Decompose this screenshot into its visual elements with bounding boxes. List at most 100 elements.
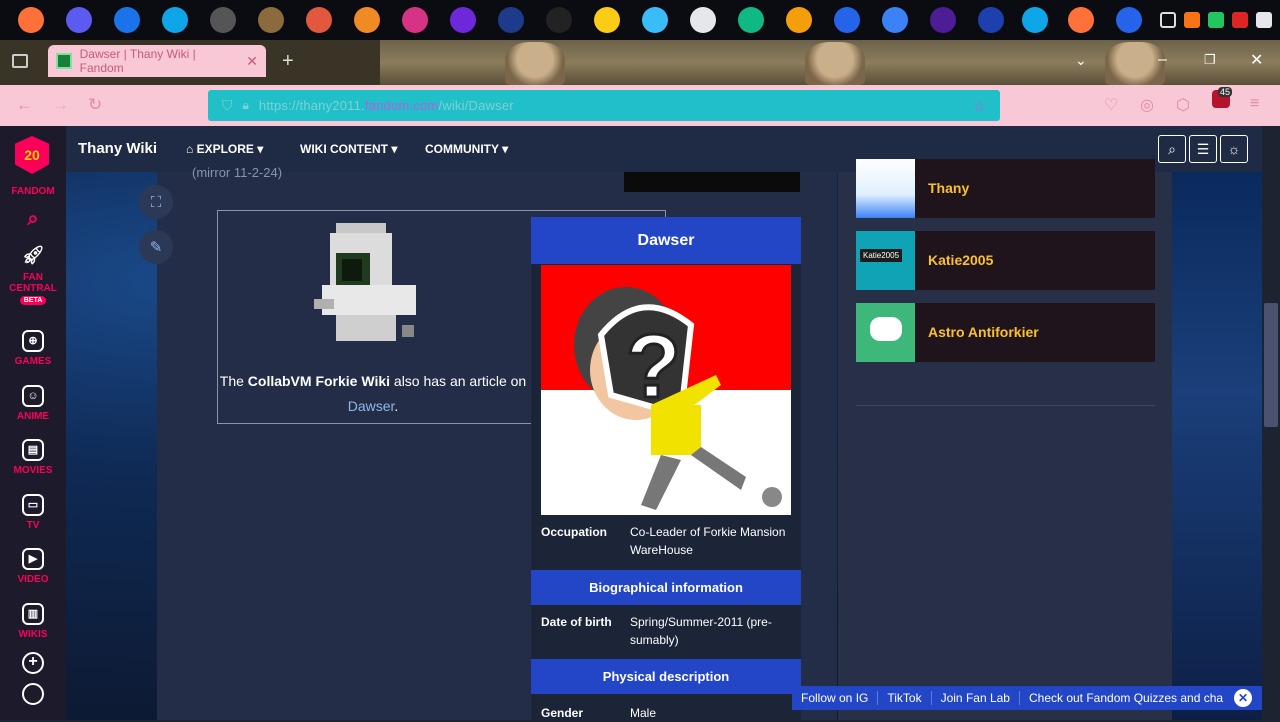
browser-cyan-app-icon[interactable]: [642, 7, 668, 33]
firefox-blue-app-icon[interactable]: [114, 7, 140, 33]
pale-moon-app-icon[interactable]: [1022, 7, 1048, 33]
globe-app-icon[interactable]: [834, 7, 860, 33]
extension-badge-count: 45: [1218, 87, 1233, 97]
lock-icon[interactable]: 🔒︎: [243, 98, 249, 113]
tiktok-link[interactable]: TikTok: [878, 691, 932, 705]
expand-icon[interactable]: ⛶: [139, 185, 173, 219]
image-thumbnail-top[interactable]: [624, 172, 800, 192]
rail-item-wikis[interactable]: ▥ WIKIS: [0, 603, 66, 640]
dob-label: Date of birth: [541, 615, 612, 629]
system-tray-icon[interactable]: [1256, 12, 1272, 28]
join-fan-lab-link[interactable]: Join Fan Lab: [932, 691, 1020, 705]
tray-app-icon[interactable]: [1208, 12, 1224, 28]
os-taskbar: [0, 0, 1280, 40]
discussions-icon[interactable]: ☰: [1189, 135, 1217, 163]
occupation-label: Occupation: [541, 525, 608, 539]
sidebar-card-katie2005[interactable]: Katie2005 Katie2005: [856, 231, 1155, 290]
fandom-logo[interactable]: 20: [15, 136, 49, 174]
fandom-brand-label[interactable]: FANDOM: [0, 186, 66, 197]
back-icon[interactable]: ←: [16, 95, 33, 115]
fandom-logo-number: 20: [24, 147, 40, 163]
extensions-icon[interactable]: ⬡: [1176, 95, 1190, 115]
follow-ig-link[interactable]: Follow on IG: [792, 691, 879, 705]
account-icon[interactable]: ◎: [1140, 95, 1154, 115]
create-plus-icon[interactable]: +: [0, 652, 66, 678]
firefox-app-icon[interactable]: [18, 7, 44, 33]
tab-overflow-chevron-icon[interactable]: ⌄: [1075, 52, 1087, 69]
tab-close-icon[interactable]: ✕: [246, 53, 258, 70]
rail-item-fan-central[interactable]: 🚀︎ FAN CENTRAL BETA: [0, 246, 66, 305]
character-image[interactable]: ?: [541, 265, 791, 515]
shield-icon[interactable]: ⛉: [222, 97, 233, 114]
rail-item-anime[interactable]: ☺ ANIME: [0, 385, 66, 422]
scrollbar-thumb[interactable]: [1264, 303, 1278, 427]
rail-item-label: GAMES: [14, 356, 52, 367]
rail-item-movies[interactable]: ▤ MOVIES: [0, 439, 66, 476]
floorp-app-icon[interactable]: [450, 7, 476, 33]
rail-item-games[interactable]: ⊕ GAMES: [0, 330, 66, 367]
nav-explore[interactable]: ⌂ EXPLORE ▾: [186, 142, 263, 156]
firefox-dev-app-icon[interactable]: [66, 7, 92, 33]
bookmark-star-icon[interactable]: ☆: [973, 97, 986, 115]
tab-title: Dawser | Thany Wiki | Fandom: [79, 47, 196, 75]
close-window-icon[interactable]: ✕: [1250, 50, 1263, 70]
pocket-icon[interactable]: ♡: [1104, 95, 1118, 115]
window-switch-icon[interactable]: [1160, 12, 1176, 28]
nav-community[interactable]: COMMUNITY ▾: [425, 142, 508, 156]
wiki-name[interactable]: Thany Wiki: [78, 140, 157, 157]
k-meleon-app-icon[interactable]: [978, 7, 1004, 33]
firefox-release-app-icon[interactable]: [1068, 7, 1094, 33]
fox-pink-app-icon[interactable]: [402, 7, 428, 33]
close-icon[interactable]: ✕: [1234, 689, 1252, 707]
anime-face-icon: ☺: [22, 385, 44, 407]
fox-app-icon[interactable]: [306, 7, 332, 33]
z-app-icon[interactable]: [546, 7, 572, 33]
u-app-icon[interactable]: [498, 7, 524, 33]
tor-app-icon[interactable]: [930, 7, 956, 33]
interwiki-link[interactable]: Dawser: [348, 398, 395, 414]
rail-item-label: VIDEO: [17, 574, 49, 585]
fandom-bottom-bar: Follow on IG TikTok Join Fan Lab Check o…: [792, 686, 1262, 710]
fox-orange-app-icon[interactable]: [354, 7, 380, 33]
active-tab[interactable]: Dawser | Thany Wiki | Fandom ✕: [48, 45, 266, 77]
reload-icon[interactable]: ↻: [88, 95, 102, 115]
url-domain: fandom.com: [364, 98, 439, 113]
waterfox-app-icon[interactable]: [162, 7, 188, 33]
ie-app-icon[interactable]: [1116, 7, 1142, 33]
nav-wiki-content[interactable]: WIKI CONTENT ▾: [300, 142, 397, 156]
infobox-section-biographical: Biographical information: [531, 570, 801, 605]
m-app-icon[interactable]: [594, 7, 620, 33]
edit-pencil-icon[interactable]: ✎: [139, 230, 173, 264]
search-icon[interactable]: ⌕: [0, 208, 66, 231]
profile-icon[interactable]: [22, 683, 44, 705]
wiki-search-icon[interactable]: ⌕: [1158, 135, 1186, 163]
edge-app-icon[interactable]: [738, 7, 764, 33]
rail-item-tv[interactable]: ▭ TV: [0, 494, 66, 531]
toilet-pixel-image[interactable]: [306, 219, 430, 347]
shield-tray-icon[interactable]: [1232, 12, 1248, 28]
creature-app-icon[interactable]: [258, 7, 284, 33]
sphere-app-icon[interactable]: [690, 7, 716, 33]
menu-icon[interactable]: ≡: [1250, 95, 1259, 113]
play-icon: ▶: [22, 548, 44, 570]
rail-item-video[interactable]: ▶ VIDEO: [0, 548, 66, 585]
minimize-icon[interactable]: –: [1158, 51, 1167, 69]
raccoon-app-icon[interactable]: [210, 7, 236, 33]
sidebar-card-astro-antiforkier[interactable]: Astro Antiforkier: [856, 303, 1155, 362]
url-bar[interactable]: ⛉ 🔒︎ https://thany2011.fandom.com/wiki/D…: [208, 90, 1000, 121]
occupation-value: Co-Leader of Forkie Mansion WareHouse: [630, 525, 786, 557]
theme-toggle-icon[interactable]: ☼: [1220, 135, 1248, 163]
forward-icon[interactable]: →: [52, 95, 69, 115]
tab-list-icon[interactable]: [12, 54, 28, 68]
quizzes-link[interactable]: Check out Fandom Quizzes and cha: [1020, 691, 1232, 705]
sidebar-card-thany[interactable]: Thany: [856, 159, 1155, 218]
blue-orb-app-icon[interactable]: [882, 7, 908, 33]
restore-icon[interactable]: ❐: [1204, 52, 1216, 68]
chromium-app-icon[interactable]: [786, 7, 812, 33]
search-tray-icon[interactable]: [1184, 12, 1200, 28]
tab-favicon-icon: [56, 53, 72, 69]
sidebar-card-name: Katie2005: [928, 252, 994, 268]
new-tab-icon[interactable]: +: [282, 50, 294, 73]
mirror-note: (mirror 11-2-24): [192, 165, 283, 180]
discord-logo-icon: [856, 303, 915, 362]
